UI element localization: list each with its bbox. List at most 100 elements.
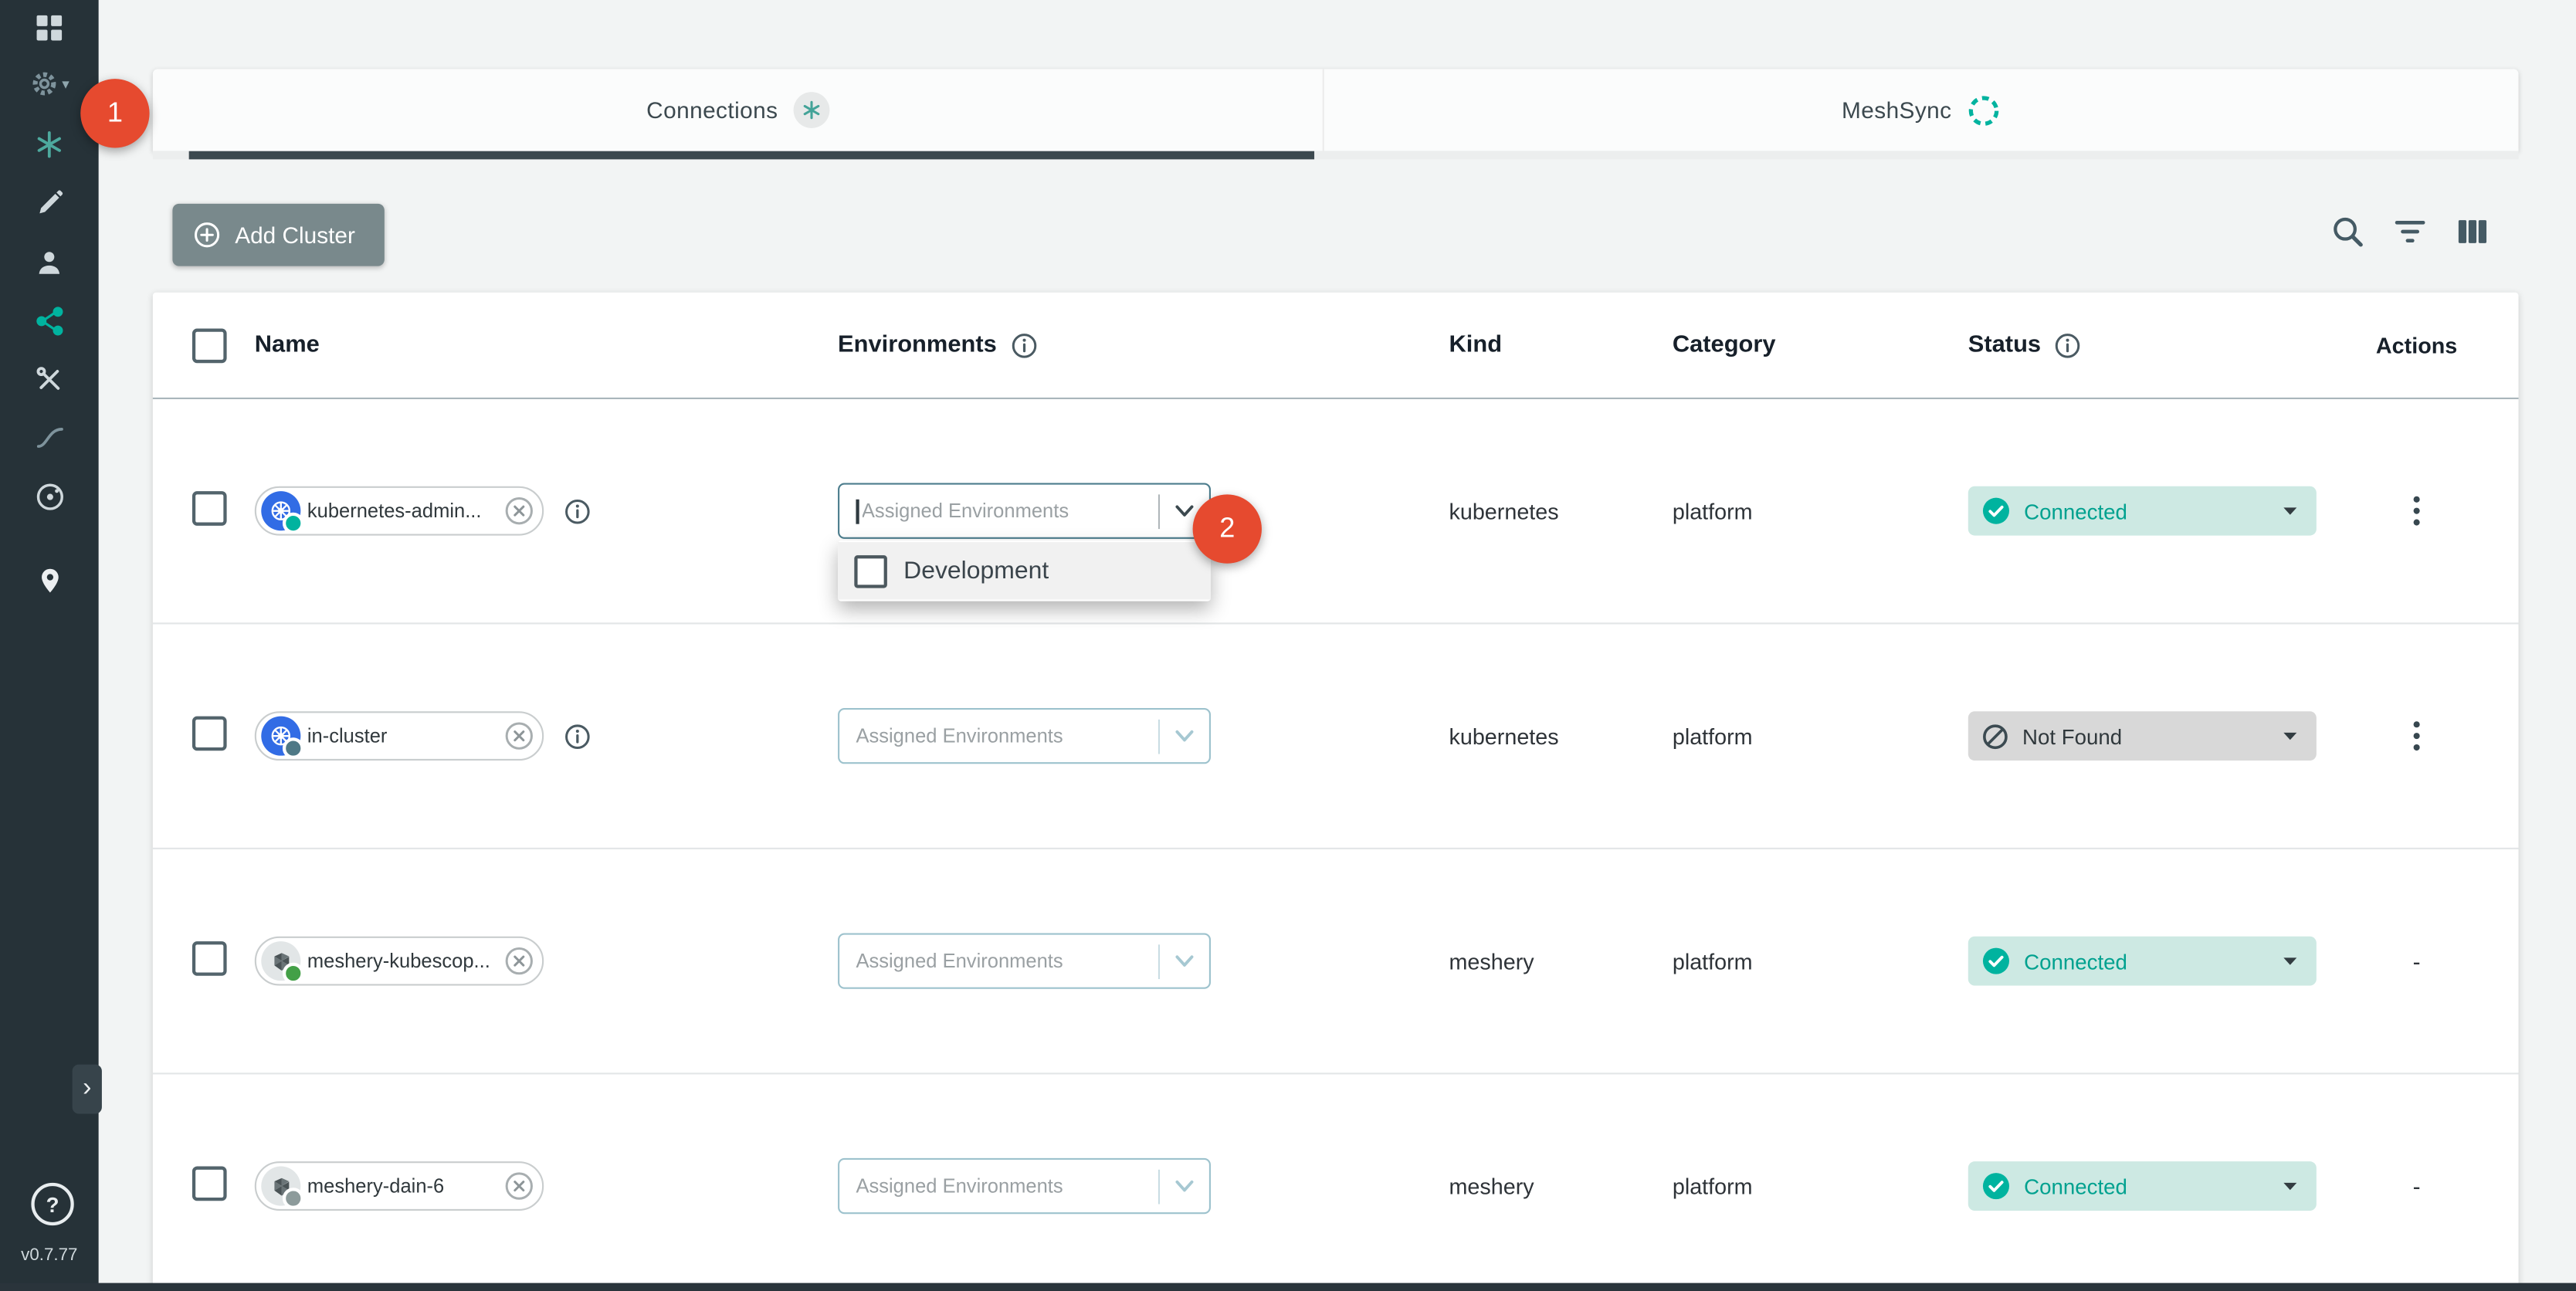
option-checkbox[interactable] (854, 554, 887, 588)
settings-gear-icon[interactable]: ▾ (0, 69, 99, 98)
tab-connections-label: Connections (646, 97, 778, 124)
chip-close-icon[interactable] (504, 721, 534, 751)
status-dot (283, 737, 304, 759)
connection-chip[interactable]: meshery-dain-6 (255, 1161, 544, 1211)
filter-icon[interactable] (2392, 214, 2429, 250)
caret-down-icon[interactable] (2277, 723, 2303, 749)
tab-bar: Connections MeshSync (153, 69, 2519, 151)
sidebar: ▾ › ? v0.7.77 (0, 0, 99, 1291)
location-pin-icon[interactable] (0, 565, 99, 596)
status-chip[interactable]: Not Found (1968, 711, 2317, 761)
table-toolbar-icons (2330, 214, 2491, 250)
connection-name: kubernetes-admin... (307, 500, 498, 523)
row-checkbox[interactable] (192, 717, 227, 751)
connection-chip[interactable]: meshery-kubescop... (255, 937, 544, 986)
kind-value: meshery (1449, 949, 1672, 974)
connected-check-icon (1981, 1171, 2011, 1201)
column-header-category[interactable]: Category (1673, 332, 1968, 358)
info-icon[interactable] (564, 722, 591, 750)
connection-name: in-cluster (307, 724, 498, 747)
status-chip[interactable]: Connected (1968, 937, 2317, 986)
meshery-icon (261, 941, 300, 981)
sidebar-expand-button[interactable]: › (73, 1065, 102, 1114)
not-found-block-icon (1981, 722, 2009, 750)
chevron-down-icon[interactable] (1160, 723, 1209, 749)
caret-down-icon[interactable] (2277, 1173, 2303, 1199)
info-icon[interactable] (2054, 331, 2082, 359)
meshery-app: ▾ › ? v0.7.77 1 (0, 0, 2576, 1291)
environments-placeholder: Assigned Environments (856, 1174, 1158, 1198)
status-dot (283, 963, 304, 984)
environments-select[interactable]: Assigned Environments (838, 933, 1211, 988)
chevron-down-icon[interactable] (1160, 948, 1209, 974)
table-row: meshery-dain-6 Assigned Environments (153, 1074, 2519, 1291)
chevron-down-icon[interactable] (1160, 1173, 1209, 1199)
status-label: Connected (2024, 949, 2264, 974)
environments-placeholder: Assigned Environments (856, 950, 1158, 973)
row-actions-menu-icon[interactable] (2401, 717, 2431, 756)
environments-select[interactable]: Assigned Environments (838, 483, 1211, 538)
status-dot (283, 1188, 304, 1209)
column-header-kind[interactable]: Kind (1449, 332, 1672, 358)
search-icon[interactable] (2330, 214, 2366, 250)
active-tab-indicator (189, 151, 1314, 160)
extensions-circle-icon[interactable] (0, 481, 99, 512)
connection-chip[interactable]: kubernetes-admin... (255, 486, 544, 536)
window-bottom-edge (0, 1283, 2576, 1291)
main-content: Connections MeshSync Add Cluster (99, 0, 2576, 1291)
add-cluster-button[interactable]: Add Cluster (172, 204, 385, 266)
caret-down-icon[interactable] (2277, 498, 2303, 524)
columns-icon[interactable] (2455, 214, 2491, 250)
connections-table: Name Environments Kind Category Status A… (153, 293, 2519, 1291)
connections-graph-icon[interactable] (0, 306, 99, 337)
tab-meshsync-label: MeshSync (1842, 97, 1951, 124)
connected-check-icon (1981, 496, 2011, 526)
status-dot (283, 513, 304, 534)
row-actions-menu-icon[interactable] (2401, 491, 2431, 530)
environments-select[interactable]: Assigned Environments (838, 708, 1211, 764)
chip-close-icon[interactable] (504, 946, 534, 975)
tools-icon[interactable] (0, 364, 99, 394)
category-value: platform (1673, 723, 1968, 748)
configuration-pencil-icon[interactable] (0, 189, 99, 217)
dropdown-option-development[interactable]: Development (838, 542, 1211, 599)
column-header-status[interactable]: Status (1968, 332, 2041, 358)
info-icon[interactable] (1010, 331, 1038, 359)
tab-meshsync[interactable]: MeshSync (1323, 69, 2519, 151)
connection-chip[interactable]: in-cluster (255, 711, 544, 761)
environments-placeholder: Assigned Environments (862, 500, 1158, 523)
status-label: Connected (2024, 1174, 2264, 1198)
chip-close-icon[interactable] (504, 1171, 534, 1201)
plus-circle-icon (192, 220, 222, 249)
dashboard-icon[interactable] (0, 13, 99, 42)
row-checkbox[interactable] (192, 1167, 227, 1201)
help-icon[interactable]: ? (31, 1183, 73, 1225)
info-icon[interactable] (564, 497, 591, 525)
column-header-environments[interactable]: Environments (838, 332, 997, 358)
tab-connections[interactable]: Connections (153, 69, 1323, 151)
caret-down-icon[interactable] (2277, 948, 2303, 974)
meshery-icon (261, 1167, 300, 1206)
lifecycle-icon[interactable] (0, 130, 99, 159)
column-header-name[interactable]: Name (255, 332, 838, 358)
kind-value: kubernetes (1449, 723, 1672, 748)
connected-check-icon (1981, 946, 2011, 975)
category-value: platform (1673, 1174, 1968, 1198)
add-cluster-label: Add Cluster (235, 222, 355, 248)
environments-select[interactable]: Assigned Environments (838, 1158, 1211, 1214)
walkthrough-badge-1[interactable]: 1 (80, 79, 149, 147)
no-actions-placeholder: - (2413, 948, 2421, 974)
select-all-checkbox[interactable] (192, 327, 227, 362)
walkthrough-badge-2[interactable]: 2 (1193, 494, 1262, 563)
chip-close-icon[interactable] (504, 496, 534, 526)
performance-curve-icon[interactable] (0, 422, 99, 453)
environments-dropdown: Development (838, 540, 1211, 601)
row-checkbox[interactable] (192, 941, 227, 976)
status-chip[interactable]: Connected (1968, 1161, 2317, 1211)
user-icon[interactable] (0, 248, 99, 277)
category-value: platform (1673, 949, 1968, 974)
table-header-row: Name Environments Kind Category Status A… (153, 293, 2519, 399)
row-checkbox[interactable] (192, 491, 227, 526)
kubernetes-icon (261, 717, 300, 756)
status-chip[interactable]: Connected (1968, 486, 2317, 536)
